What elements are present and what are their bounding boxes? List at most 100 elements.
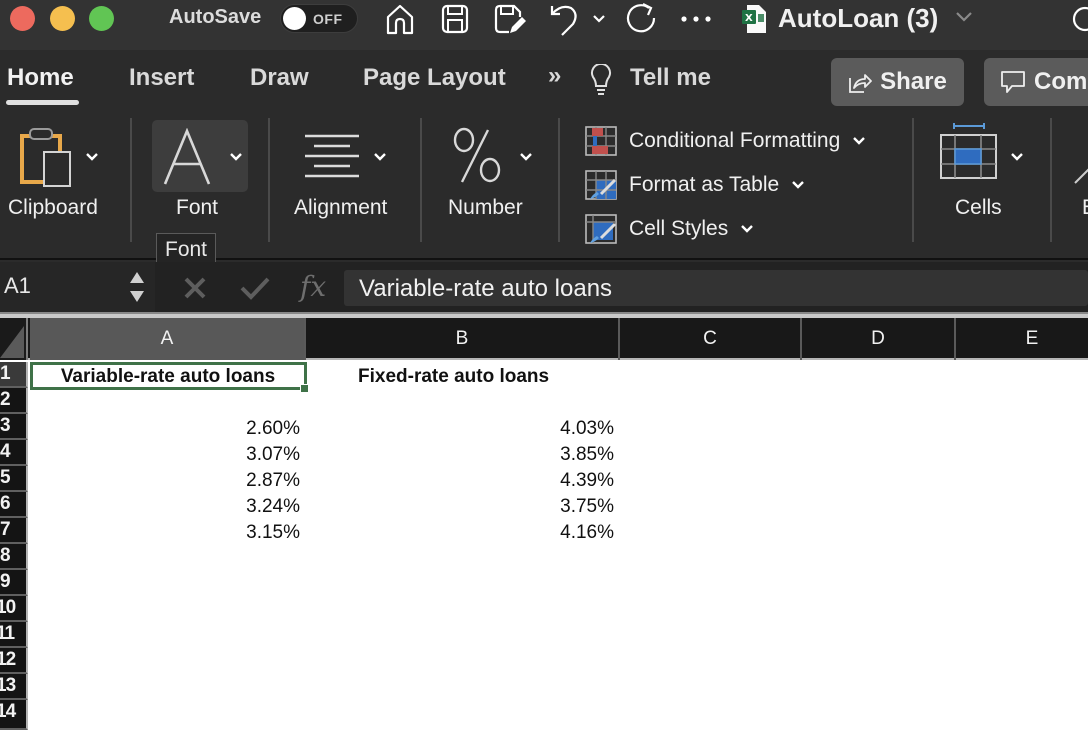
row-header-8[interactable]: 8 xyxy=(0,544,28,570)
clipboard-group[interactable]: Clipboard xyxy=(0,112,128,232)
comments-button[interactable]: Com xyxy=(984,58,1088,106)
cells-group[interactable]: Cells xyxy=(915,112,1047,232)
row-header-6[interactable]: 6 xyxy=(0,492,28,518)
column-header-e[interactable]: E xyxy=(956,318,1088,360)
clipboard-icon xyxy=(20,128,71,187)
more-tabs-button[interactable]: » xyxy=(548,62,561,90)
more-icon xyxy=(681,16,711,22)
alignment-label: Alignment xyxy=(294,196,388,219)
number-label: Number xyxy=(448,196,523,219)
row-header-13[interactable]: 13 xyxy=(0,674,28,700)
ribbon-separator xyxy=(1050,118,1052,242)
save-button[interactable] xyxy=(438,2,472,36)
excel-file-icon-wrap: X xyxy=(740,2,768,36)
row-header-9[interactable]: 9 xyxy=(0,570,28,596)
cell-b6[interactable]: 3.75% xyxy=(306,494,614,520)
font-group[interactable]: Font xyxy=(150,112,265,232)
fill-handle[interactable] xyxy=(300,384,309,393)
alignment-group[interactable]: Alignment xyxy=(272,112,420,232)
formula-input[interactable]: Variable-rate auto loans xyxy=(344,270,1088,306)
font-icon xyxy=(163,128,211,185)
search-icon xyxy=(1072,6,1088,32)
cell-styles-button[interactable]: Cell Styles xyxy=(585,214,754,244)
ribbon-separator xyxy=(130,118,132,242)
tab-home[interactable]: Home xyxy=(7,64,74,92)
conditional-formatting-label: Conditional Formatting xyxy=(629,129,841,152)
column-header-c[interactable]: C xyxy=(620,318,802,360)
search-button[interactable] xyxy=(1070,2,1088,36)
editing-icon xyxy=(1074,168,1088,184)
row-header-5[interactable]: 5 xyxy=(0,466,28,492)
row-header-10[interactable]: 10 xyxy=(0,596,28,622)
row-header-11[interactable]: 11 xyxy=(0,622,28,648)
home-button[interactable] xyxy=(383,2,417,36)
save-as-button[interactable] xyxy=(492,2,528,36)
cell-b4[interactable]: 3.85% xyxy=(306,442,614,468)
cell-a4[interactable]: 3.07% xyxy=(30,442,300,468)
column-header-a[interactable]: A xyxy=(30,318,306,360)
undo-button[interactable] xyxy=(548,2,582,36)
cell-b1[interactable]: Fixed-rate auto loans xyxy=(358,364,618,390)
cell-b7[interactable]: 4.16% xyxy=(306,520,614,546)
cancel-formula-icon[interactable] xyxy=(183,276,207,300)
tell-me-search[interactable]: Tell me xyxy=(630,64,711,92)
cell-a3[interactable]: 2.60% xyxy=(30,416,300,442)
redo-button[interactable] xyxy=(623,2,659,36)
zoom-window-button[interactable] xyxy=(89,6,114,31)
tab-page-layout[interactable]: Page Layout xyxy=(363,64,506,92)
redo-icon xyxy=(626,3,656,33)
row-header-12[interactable]: 12 xyxy=(0,648,28,674)
confirm-formula-icon[interactable] xyxy=(240,276,270,300)
column-header-row: A B C D E xyxy=(0,318,1088,360)
editing-group[interactable]: E xyxy=(1054,112,1088,232)
chevron-down-icon xyxy=(741,225,754,233)
name-box-stepper-icon[interactable] xyxy=(128,268,146,306)
document-title[interactable]: AutoLoan (3) xyxy=(778,3,938,34)
editing-label: E xyxy=(1082,196,1088,220)
lightbulb-icon xyxy=(590,62,612,101)
chevron-down-icon xyxy=(792,181,805,189)
cell-b5[interactable]: 4.39% xyxy=(306,468,614,494)
undo-dropdown-button[interactable] xyxy=(590,2,608,36)
select-all-button[interactable] xyxy=(0,318,28,360)
number-group[interactable]: Number xyxy=(424,112,558,232)
name-box[interactable]: A1 xyxy=(0,262,155,312)
close-window-button[interactable] xyxy=(10,6,35,31)
row-header-3[interactable]: 3 xyxy=(0,414,28,440)
column-header-d[interactable]: D xyxy=(802,318,956,360)
tab-draw[interactable]: Draw xyxy=(250,64,309,92)
cell-b3[interactable]: 4.03% xyxy=(306,416,614,442)
row-header-1[interactable]: 1 xyxy=(0,362,28,388)
percent-icon xyxy=(453,127,501,183)
ribbon-separator xyxy=(912,118,914,242)
more-commands-button[interactable] xyxy=(678,2,714,36)
autosave-toggle[interactable]: OFF xyxy=(280,4,358,33)
cell-a6[interactable]: 3.24% xyxy=(30,494,300,520)
number-chevron-down-icon xyxy=(520,153,532,161)
chevron-down-icon xyxy=(853,137,866,145)
alignment-chevron-down-icon xyxy=(374,153,386,161)
conditional-formatting-button[interactable]: Conditional Formatting xyxy=(585,126,866,156)
row-header-14[interactable]: 14 xyxy=(0,700,28,730)
column-header-b[interactable]: B xyxy=(306,318,620,360)
row-header-4[interactable]: 4 xyxy=(0,440,28,466)
ribbon-separator xyxy=(420,118,422,242)
active-tab-indicator xyxy=(6,100,79,105)
cell-a7[interactable]: 3.15% xyxy=(30,520,300,546)
cell-a5[interactable]: 2.87% xyxy=(30,468,300,494)
svg-text:X: X xyxy=(745,13,753,24)
row-header-7[interactable]: 7 xyxy=(0,518,28,544)
alignment-icon xyxy=(305,134,359,178)
tab-insert[interactable]: Insert xyxy=(129,64,194,92)
minimize-window-button[interactable] xyxy=(50,6,75,31)
active-cell-selection xyxy=(30,362,307,390)
autosave-label: AutoSave xyxy=(169,6,262,28)
title-chevron-down-icon[interactable] xyxy=(955,10,973,28)
formula-value: Variable-rate auto loans xyxy=(359,275,613,302)
format-as-table-button[interactable]: Format as Table xyxy=(585,170,805,200)
row-header-2[interactable]: 2 xyxy=(0,388,28,414)
home-icon xyxy=(386,4,414,35)
cells-icon xyxy=(940,123,997,179)
insert-function-icon[interactable]: fx xyxy=(300,270,326,303)
share-button[interactable]: Share xyxy=(831,58,964,106)
